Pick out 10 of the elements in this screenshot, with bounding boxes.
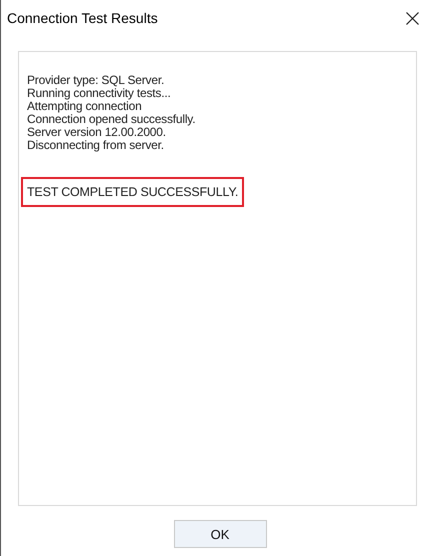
log-line: Server version 12.00.2000.	[27, 126, 166, 139]
ok-button[interactable]: OK	[174, 520, 266, 548]
log-line: Provider type: SQL Server.	[27, 74, 166, 87]
close-icon[interactable]	[406, 12, 419, 24]
log-line: Disconnecting from server.	[27, 139, 165, 152]
log-line: Connection opened successfully.	[27, 113, 196, 126]
window-title: Connection Test Results	[7, 10, 158, 26]
success-message: TEST COMPLETED SUCCESSFULLY.	[21, 177, 244, 207]
log-line: Attempting connection	[27, 100, 143, 113]
log-line: Running connectivity tests...	[27, 87, 172, 100]
